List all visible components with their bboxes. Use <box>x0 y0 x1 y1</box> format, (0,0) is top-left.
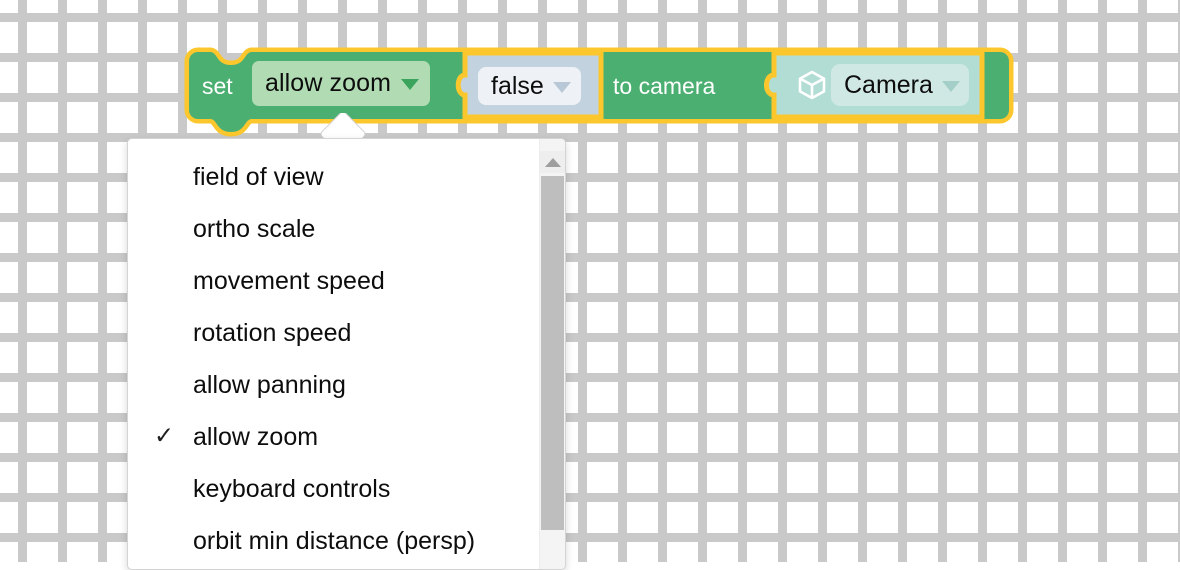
cube-icon <box>796 69 828 106</box>
dropdown-item[interactable]: ✓ allow zoom <box>128 411 565 463</box>
property-dropdown-value: allow zoom <box>265 69 392 97</box>
boolean-value-block[interactable]: false <box>461 53 605 117</box>
dropdown-item[interactable]: allow panning <box>128 359 565 411</box>
dropdown-item-label: allow panning <box>193 370 346 399</box>
boolean-dropdown-field[interactable]: false <box>478 67 581 105</box>
boolean-value: false <box>491 71 544 100</box>
set-property-block[interactable]: set allow zoom to camera false Camera <box>180 47 1018 125</box>
chevron-down-icon <box>941 80 960 92</box>
dropdown-item-label: allow zoom <box>193 422 319 451</box>
dropdown-item-label: field of view <box>193 162 324 191</box>
camera-value: Camera <box>844 70 933 99</box>
chevron-down-icon <box>401 79 420 90</box>
dropdown-item[interactable]: field of view <box>128 151 565 203</box>
scrollbar-thumb[interactable] <box>541 176 564 530</box>
camera-object-block[interactable]: Camera <box>768 53 986 117</box>
dropdown-scrollbar[interactable] <box>539 139 565 569</box>
property-dropdown-menu[interactable]: field of view ortho scale movement speed ro… <box>127 138 566 570</box>
arrow-up-glyph <box>544 157 561 167</box>
block-to-camera-label: to camera <box>613 73 716 99</box>
property-dropdown-field[interactable]: allow zoom <box>252 61 431 106</box>
dropdown-item-label: ortho scale <box>193 214 316 243</box>
dropdown-item-label: keyboard controls <box>193 474 391 503</box>
camera-dropdown-field[interactable]: Camera <box>831 64 969 106</box>
check-icon: ✓ <box>153 422 175 450</box>
block-set-label: set <box>202 73 233 99</box>
dropdown-item[interactable]: keyboard controls <box>128 463 565 515</box>
chevron-down-icon <box>552 81 571 93</box>
dropdown-item[interactable]: ortho scale <box>128 203 565 255</box>
dropdown-item[interactable]: rotation speed <box>128 307 565 359</box>
dropdown-item-label: movement speed <box>193 266 385 295</box>
dropdown-item[interactable]: orbit min distance (persp) <box>128 515 565 567</box>
dropdown-item[interactable]: movement speed <box>128 255 565 307</box>
scroll-up-icon[interactable] <box>540 151 565 173</box>
dropdown-item-label: rotation speed <box>193 318 352 347</box>
dropdown-item-label: orbit min distance (persp) <box>193 526 476 555</box>
dropdown-item-list: field of view ortho scale movement speed ro… <box>128 139 565 567</box>
